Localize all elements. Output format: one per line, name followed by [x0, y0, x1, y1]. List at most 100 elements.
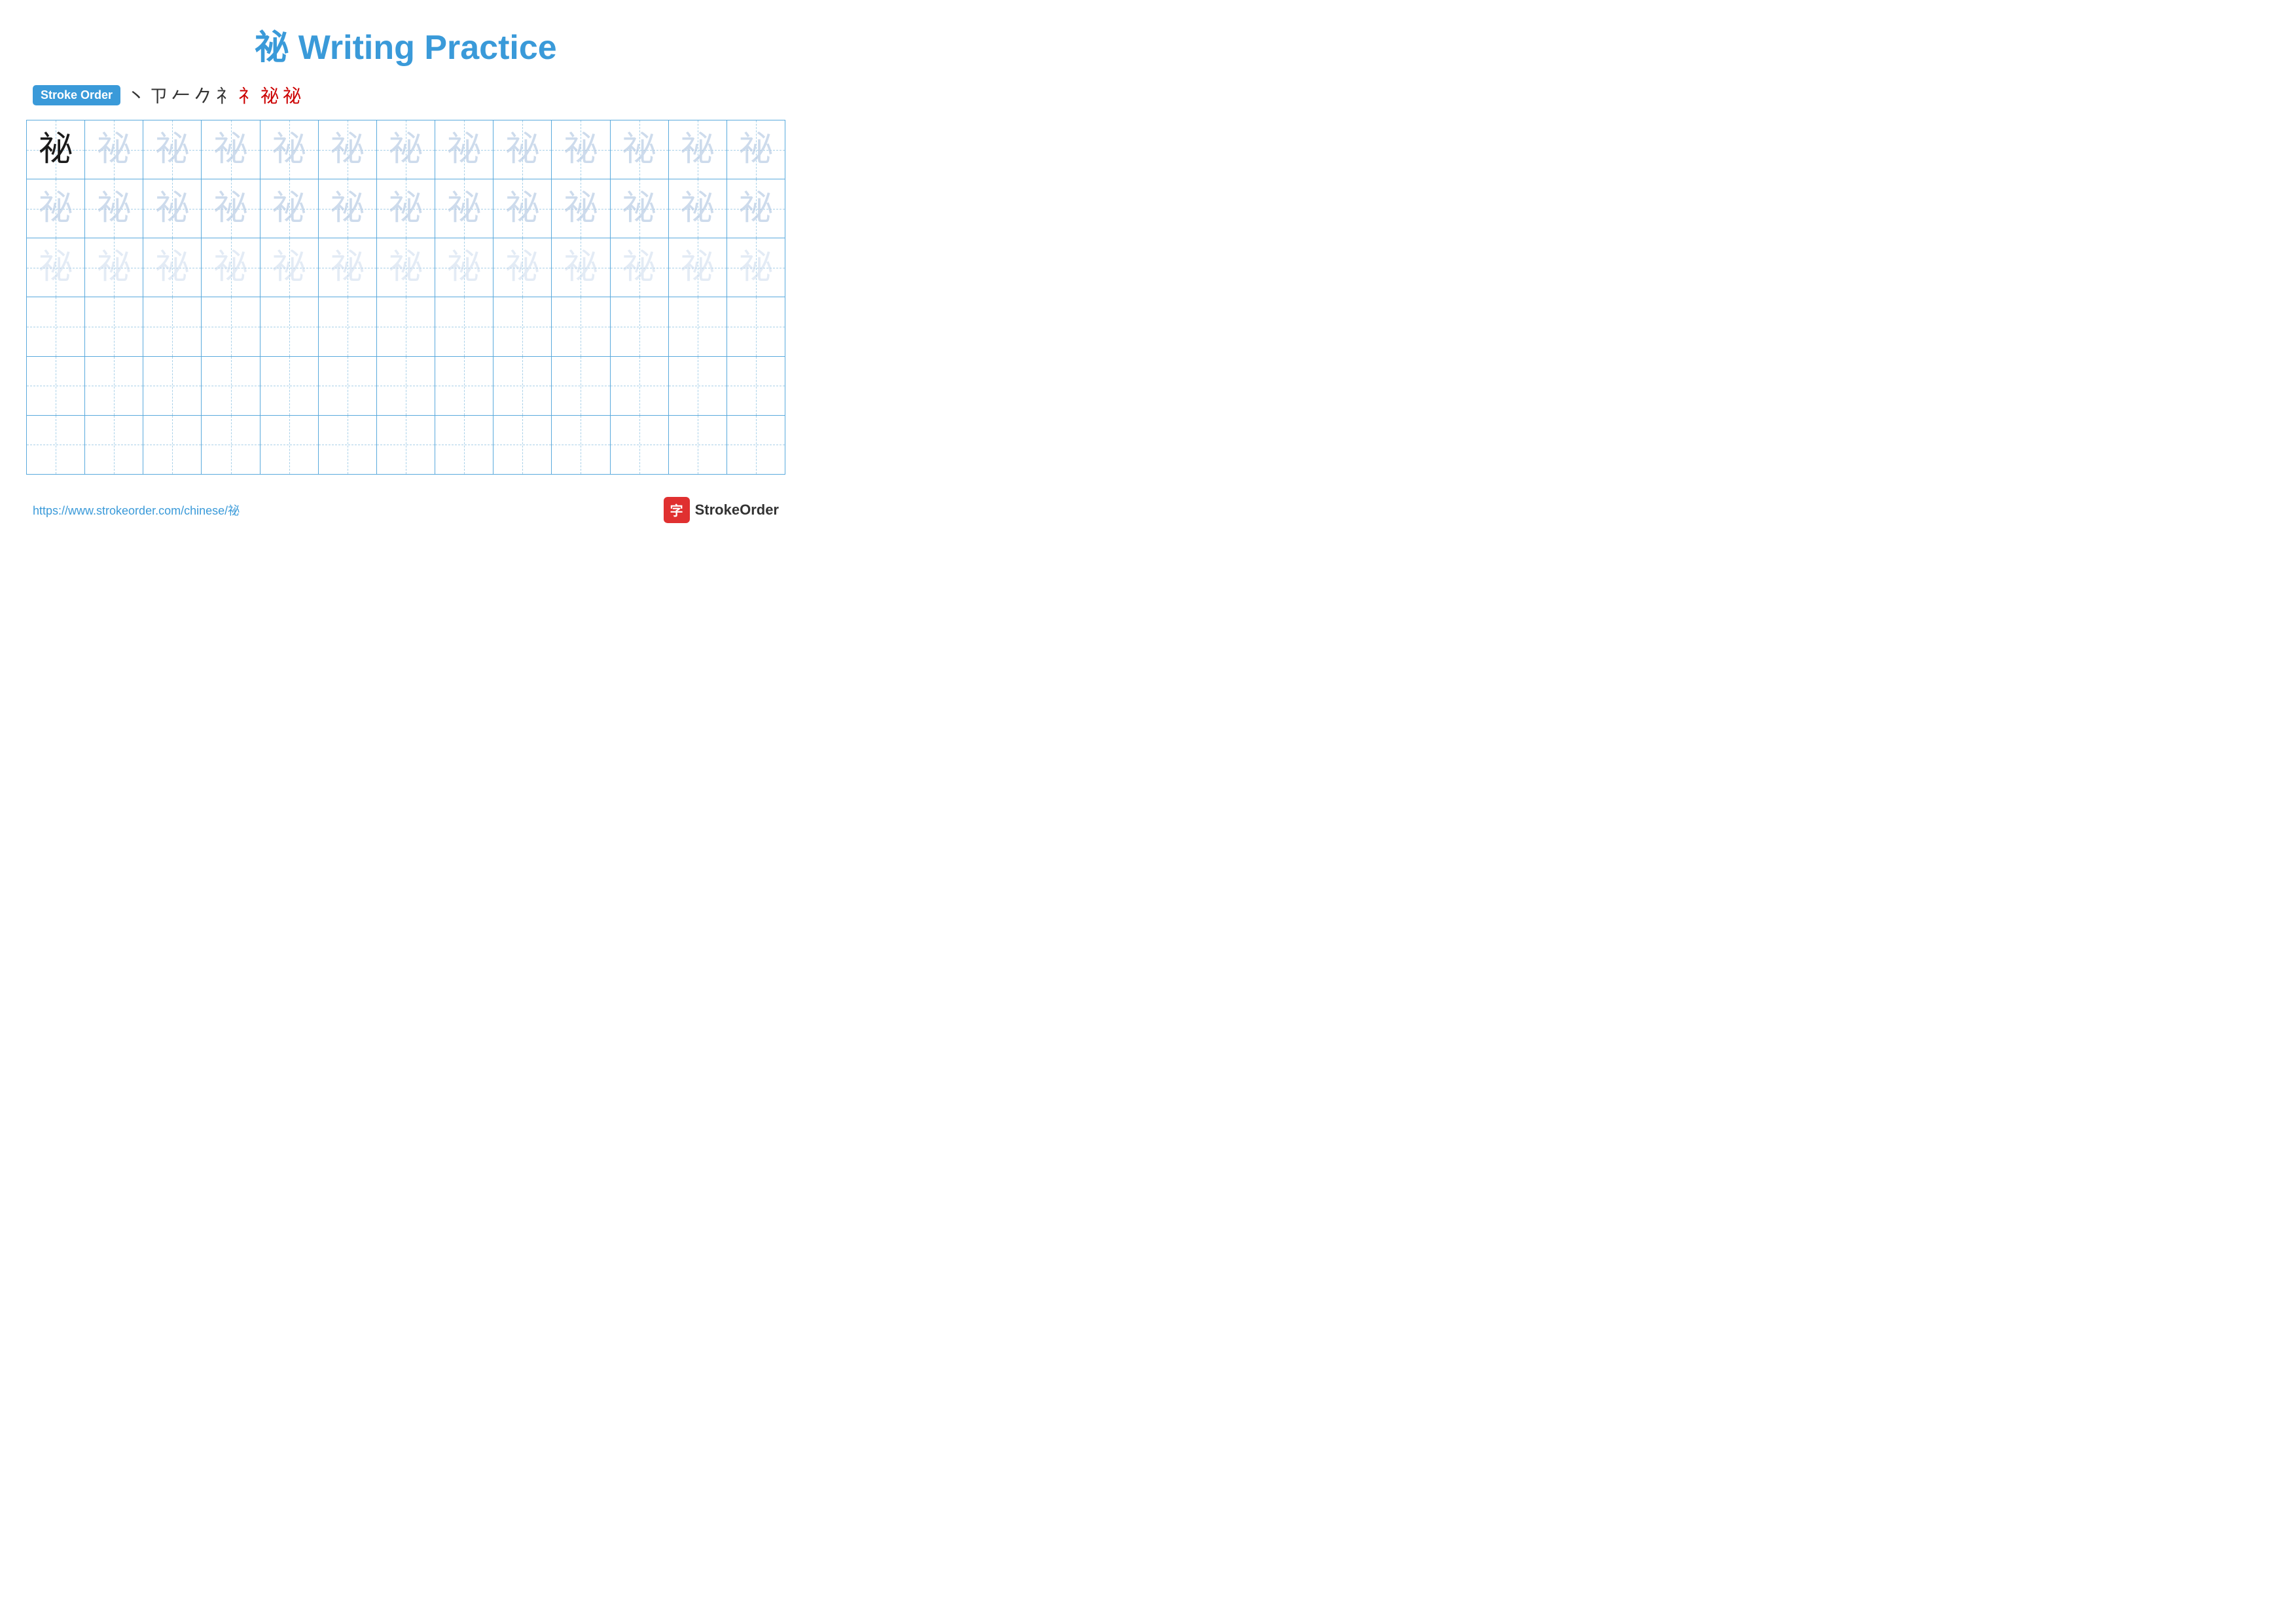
footer: https://www.strokeorder.com/chinese/祕 字 … — [26, 497, 785, 523]
char-3-7: 祕 — [389, 251, 423, 285]
logo-icon: 字 — [664, 497, 690, 523]
grid-cell-2-11: 祕 — [611, 179, 669, 238]
grid-cell-5-3 — [143, 357, 202, 415]
stroke-8: 祕 — [283, 82, 301, 108]
grid-cell-1-2: 祕 — [85, 120, 143, 179]
grid-cell-5-9 — [493, 357, 552, 415]
stroke-2: ㄗ — [149, 82, 168, 108]
grid-cell-6-2 — [85, 416, 143, 474]
grid-cell-3-9: 祕 — [493, 238, 552, 297]
grid-cell-4-13 — [727, 297, 785, 356]
char-2-1: 祕 — [39, 192, 73, 226]
char-2-11: 祕 — [622, 192, 656, 226]
char-2-12: 祕 — [681, 192, 715, 226]
grid-cell-2-10: 祕 — [552, 179, 610, 238]
stroke-order-badge[interactable]: Stroke Order — [33, 85, 120, 105]
grid-cell-4-11 — [611, 297, 669, 356]
grid-cell-3-2: 祕 — [85, 238, 143, 297]
grid-row-5 — [27, 357, 785, 416]
grid-cell-1-3: 祕 — [143, 120, 202, 179]
grid-cell-1-12: 祕 — [669, 120, 727, 179]
char-1-6: 祕 — [331, 133, 365, 167]
practice-grid: 祕 祕 祕 祕 祕 祕 祕 祕 祕 祕 祕 祕 祕 祕 祕 祕 祕 祕 祕 祕 … — [26, 120, 785, 475]
char-3-1: 祕 — [39, 251, 73, 285]
grid-cell-5-10 — [552, 357, 610, 415]
grid-cell-3-12: 祕 — [669, 238, 727, 297]
grid-cell-3-8: 祕 — [435, 238, 493, 297]
grid-cell-1-7: 祕 — [377, 120, 435, 179]
char-1-12: 祕 — [681, 133, 715, 167]
grid-cell-5-7 — [377, 357, 435, 415]
logo-char: 字 — [670, 500, 683, 519]
grid-cell-1-11: 祕 — [611, 120, 669, 179]
footer-url[interactable]: https://www.strokeorder.com/chinese/祕 — [33, 501, 240, 519]
grid-row-4 — [27, 297, 785, 356]
grid-cell-4-5 — [260, 297, 319, 356]
char-2-3: 祕 — [155, 192, 189, 226]
grid-cell-3-1: 祕 — [27, 238, 85, 297]
grid-cell-1-9: 祕 — [493, 120, 552, 179]
grid-cell-6-7 — [377, 416, 435, 474]
grid-cell-2-7: 祕 — [377, 179, 435, 238]
grid-cell-6-11 — [611, 416, 669, 474]
stroke-3: 𠂉 — [171, 82, 190, 108]
grid-cell-4-10 — [552, 297, 610, 356]
grid-cell-2-9: 祕 — [493, 179, 552, 238]
grid-cell-2-3: 祕 — [143, 179, 202, 238]
stroke-order-row: Stroke Order 丶 ㄗ 𠂉 𠂊 礻 礻 祕 祕 — [26, 82, 785, 108]
char-2-4: 祕 — [214, 192, 248, 226]
grid-cell-4-6 — [319, 297, 377, 356]
char-2-7: 祕 — [389, 192, 423, 226]
grid-cell-2-12: 祕 — [669, 179, 727, 238]
grid-row-6 — [27, 416, 785, 474]
grid-cell-5-5 — [260, 357, 319, 415]
grid-cell-3-10: 祕 — [552, 238, 610, 297]
grid-row-1: 祕 祕 祕 祕 祕 祕 祕 祕 祕 祕 祕 祕 祕 — [27, 120, 785, 179]
char-1-1: 祕 — [39, 133, 73, 167]
grid-cell-4-8 — [435, 297, 493, 356]
grid-cell-6-12 — [669, 416, 727, 474]
stroke-1: 丶 — [127, 82, 145, 108]
char-1-8: 祕 — [447, 133, 481, 167]
char-2-5: 祕 — [272, 192, 306, 226]
grid-cell-1-1: 祕 — [27, 120, 85, 179]
char-1-13: 祕 — [739, 133, 773, 167]
char-1-5: 祕 — [272, 133, 306, 167]
char-3-3: 祕 — [155, 251, 189, 285]
char-1-3: 祕 — [155, 133, 189, 167]
grid-cell-5-4 — [202, 357, 260, 415]
char-3-2: 祕 — [97, 251, 131, 285]
page-title-section: 祕 Writing Practice — [26, 20, 785, 69]
grid-cell-2-5: 祕 — [260, 179, 319, 238]
grid-row-2: 祕 祕 祕 祕 祕 祕 祕 祕 祕 祕 祕 祕 祕 — [27, 179, 785, 238]
char-3-11: 祕 — [622, 251, 656, 285]
grid-cell-6-10 — [552, 416, 610, 474]
char-1-7: 祕 — [389, 133, 423, 167]
grid-cell-6-5 — [260, 416, 319, 474]
title-label: Writing Practice — [298, 29, 557, 67]
grid-cell-3-13: 祕 — [727, 238, 785, 297]
grid-cell-4-2 — [85, 297, 143, 356]
char-3-8: 祕 — [447, 251, 481, 285]
grid-cell-2-4: 祕 — [202, 179, 260, 238]
grid-cell-1-13: 祕 — [727, 120, 785, 179]
grid-cell-6-13 — [727, 416, 785, 474]
char-2-9: 祕 — [505, 192, 539, 226]
grid-cell-4-12 — [669, 297, 727, 356]
grid-cell-5-13 — [727, 357, 785, 415]
grid-cell-6-6 — [319, 416, 377, 474]
grid-cell-4-7 — [377, 297, 435, 356]
grid-cell-4-9 — [493, 297, 552, 356]
char-2-6: 祕 — [331, 192, 365, 226]
grid-cell-2-13: 祕 — [727, 179, 785, 238]
grid-cell-5-11 — [611, 357, 669, 415]
grid-cell-3-4: 祕 — [202, 238, 260, 297]
grid-cell-1-8: 祕 — [435, 120, 493, 179]
grid-cell-4-3 — [143, 297, 202, 356]
stroke-7: 祕 — [260, 82, 279, 108]
grid-row-3: 祕 祕 祕 祕 祕 祕 祕 祕 祕 祕 祕 祕 祕 — [27, 238, 785, 297]
stroke-6: 礻 — [238, 82, 257, 108]
char-3-6: 祕 — [331, 251, 365, 285]
char-3-9: 祕 — [505, 251, 539, 285]
char-3-10: 祕 — [564, 251, 598, 285]
